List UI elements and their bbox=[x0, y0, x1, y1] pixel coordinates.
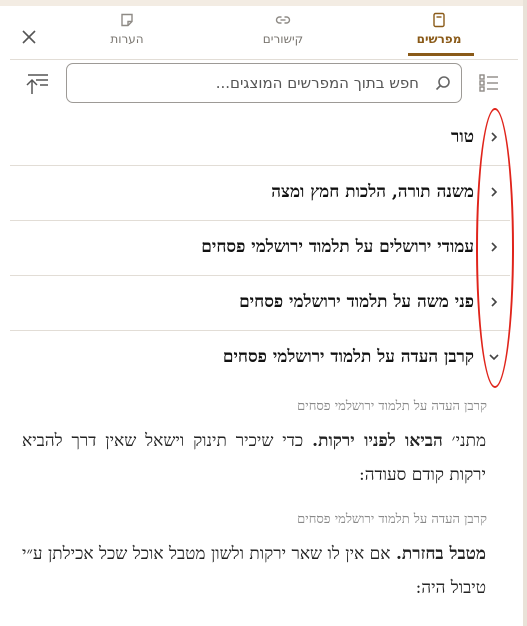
chevron-right-icon bbox=[491, 187, 498, 197]
commentator-row[interactable]: משנה תורה, הלכות חמץ ומצה bbox=[10, 165, 510, 221]
commentator-row[interactable]: עמודי ירושלים על תלמוד ירושלמי פסחים bbox=[10, 220, 510, 276]
entry-text[interactable]: מתני׳ הביאו לפניו ירקות. כדי שיכיר תינוק… bbox=[22, 424, 486, 492]
commentator-label: משנה תורה, הלכות חמץ ומצה bbox=[271, 182, 474, 202]
list-icon[interactable] bbox=[478, 72, 500, 94]
tab-links-label: קישורים bbox=[262, 32, 304, 46]
chevron-down-icon bbox=[489, 354, 499, 361]
sort-icon[interactable] bbox=[24, 72, 50, 96]
commentator-label: עמודי ירושלים על תלמוד ירושלמי פסחים bbox=[201, 237, 474, 257]
commentator-label: טור bbox=[451, 127, 474, 147]
entry-source: קרבן העדה על תלמוד ירושלמי פסחים bbox=[297, 399, 487, 414]
commentator-row-expanded[interactable]: קרבן העדה על תלמוד ירושלמי פסחים bbox=[10, 330, 510, 385]
commentator-label: קרבן העדה על תלמוד ירושלמי פסחים bbox=[222, 347, 474, 367]
active-tab-indicator bbox=[408, 53, 474, 56]
chevron-right-icon bbox=[491, 297, 498, 307]
tabs-divider bbox=[10, 59, 518, 60]
tab-notes[interactable]: הערות bbox=[72, 12, 182, 52]
search-box bbox=[66, 63, 462, 103]
commentator-row[interactable]: פני משה על תלמוד ירושלמי פסחים bbox=[10, 275, 510, 331]
tab-links[interactable]: קישורים bbox=[228, 12, 338, 52]
search-input[interactable] bbox=[77, 70, 421, 96]
commentator-row[interactable]: טור bbox=[10, 110, 510, 166]
tab-bar: מפרשים קישורים הערות bbox=[0, 6, 520, 60]
search-icon[interactable] bbox=[435, 75, 451, 91]
entry-source: קרבן העדה על תלמוד ירושלמי פסחים bbox=[297, 512, 487, 527]
entry-heading: הביאו לפניו ירקות. bbox=[312, 431, 443, 451]
entry-text[interactable]: מטבל בחזרת. אם אין לו שאר ירקות ולשון מט… bbox=[22, 537, 486, 605]
link-icon bbox=[275, 16, 291, 24]
chevron-right-icon bbox=[491, 242, 498, 252]
tab-commentaries[interactable]: מפרשים bbox=[384, 12, 494, 52]
entry-prefix: מתני׳ bbox=[451, 431, 487, 451]
commentator-label: פני משה על תלמוד ירושלמי פסחים bbox=[239, 292, 474, 312]
chevron-right-icon bbox=[491, 132, 498, 142]
close-icon[interactable] bbox=[18, 26, 40, 48]
entry-heading: מטבל בחזרת. bbox=[395, 544, 487, 564]
note-icon bbox=[121, 13, 133, 27]
tab-notes-label: הערות bbox=[110, 32, 144, 46]
book-icon bbox=[433, 12, 445, 28]
panel-edge bbox=[523, 0, 527, 626]
tab-commentaries-label: מפרשים bbox=[416, 32, 462, 46]
